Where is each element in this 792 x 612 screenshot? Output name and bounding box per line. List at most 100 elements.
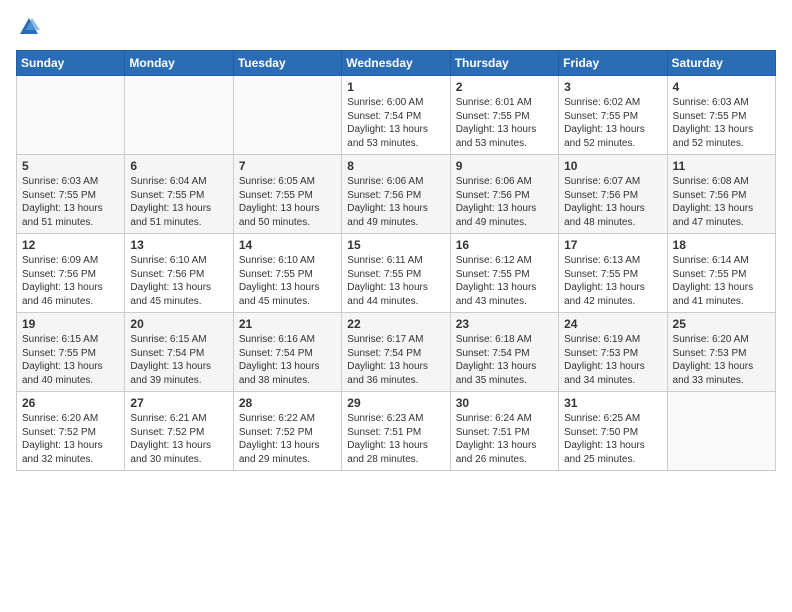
calendar-header-friday: Friday [559, 51, 667, 76]
calendar-week-row: 1 Sunrise: 6:00 AM Sunset: 7:54 PM Daylig… [17, 76, 776, 155]
day-number: 6 [130, 159, 227, 173]
day-info: Sunrise: 6:00 AM Sunset: 7:54 PM Dayligh… [347, 96, 444, 150]
day-number: 16 [456, 238, 553, 252]
calendar-cell: 11 Sunrise: 6:08 AM Sunset: 7:56 PM Dayli… [667, 155, 775, 234]
day-info: Sunrise: 6:06 AM Sunset: 7:56 PM Dayligh… [347, 175, 444, 229]
day-number: 14 [239, 238, 336, 252]
calendar-week-row: 5 Sunrise: 6:03 AM Sunset: 7:55 PM Daylig… [17, 155, 776, 234]
calendar-cell: 16Sunrise: 6:12 AM Sunset: 7:55 PM Dayli… [450, 234, 558, 313]
day-info: Sunrise: 6:14 AM Sunset: 7:55 PM Dayligh… [673, 254, 770, 308]
day-info: Sunrise: 6:06 AM Sunset: 7:56 PM Dayligh… [456, 175, 553, 229]
calendar-cell: 28 Sunrise: 6:22 AM Sunset: 7:52 PM Dayli… [233, 392, 341, 471]
day-number: 9 [456, 159, 553, 173]
calendar-cell: 8 Sunrise: 6:06 AM Sunset: 7:56 PM Daylig… [342, 155, 450, 234]
calendar-week-row: 19 Sunrise: 6:15 AM Sunset: 7:55 PM Dayli… [17, 313, 776, 392]
calendar-cell: 23Sunrise: 6:18 AM Sunset: 7:54 PM Dayli… [450, 313, 558, 392]
day-number: 30 [456, 396, 553, 410]
day-info: Sunrise: 6:25 AM Sunset: 7:50 PM Dayligh… [564, 412, 661, 466]
calendar-cell: 7 Sunrise: 6:05 AM Sunset: 7:55 PM Daylig… [233, 155, 341, 234]
day-info: Sunrise: 6:03 AM Sunset: 7:55 PM Dayligh… [673, 96, 770, 150]
day-number: 19 [22, 317, 119, 331]
calendar-cell: 26 Sunrise: 6:20 AM Sunset: 7:52 PM Dayli… [17, 392, 125, 471]
day-info: Sunrise: 6:18 AM Sunset: 7:54 PM Dayligh… [456, 333, 553, 387]
day-info: Sunrise: 6:08 AM Sunset: 7:56 PM Dayligh… [673, 175, 770, 229]
day-info: Sunrise: 6:20 AM Sunset: 7:53 PM Dayligh… [673, 333, 770, 387]
calendar-cell: 4 Sunrise: 6:03 AM Sunset: 7:55 PM Daylig… [667, 76, 775, 155]
calendar-cell: 18 Sunrise: 6:14 AM Sunset: 7:55 PM Dayli… [667, 234, 775, 313]
calendar-cell: 19 Sunrise: 6:15 AM Sunset: 7:55 PM Dayli… [17, 313, 125, 392]
day-info: Sunrise: 6:16 AM Sunset: 7:54 PM Dayligh… [239, 333, 336, 387]
calendar-cell: 2 Sunrise: 6:01 AM Sunset: 7:55 PM Daylig… [450, 76, 558, 155]
calendar-header-sunday: Sunday [17, 51, 125, 76]
day-info: Sunrise: 6:10 AM Sunset: 7:56 PM Dayligh… [130, 254, 227, 308]
calendar-cell: 10 Sunrise: 6:07 AM Sunset: 7:56 PM Dayli… [559, 155, 667, 234]
day-info: Sunrise: 6:07 AM Sunset: 7:56 PM Dayligh… [564, 175, 661, 229]
day-number: 27 [130, 396, 227, 410]
day-info: Sunrise: 6:05 AM Sunset: 7:55 PM Dayligh… [239, 175, 336, 229]
calendar-cell: 17 Sunrise: 6:13 AM Sunset: 7:55 PM Dayli… [559, 234, 667, 313]
day-info: Sunrise: 6:03 AM Sunset: 7:55 PM Dayligh… [22, 175, 119, 229]
day-info: Sunrise: 6:22 AM Sunset: 7:52 PM Dayligh… [239, 412, 336, 466]
calendar-cell: 25 Sunrise: 6:20 AM Sunset: 7:53 PM Dayli… [667, 313, 775, 392]
calendar-cell: 12 Sunrise: 6:09 AM Sunset: 7:56 PM Dayli… [17, 234, 125, 313]
day-info: Sunrise: 6:15 AM Sunset: 7:54 PM Dayligh… [130, 333, 227, 387]
day-info: Sunrise: 6:23 AM Sunset: 7:51 PM Dayligh… [347, 412, 444, 466]
calendar-cell: 31Sunrise: 6:25 AM Sunset: 7:50 PM Dayli… [559, 392, 667, 471]
day-number: 18 [673, 238, 770, 252]
day-number: 21 [239, 317, 336, 331]
calendar-cell: 13 Sunrise: 6:10 AM Sunset: 7:56 PM Dayli… [125, 234, 233, 313]
day-info: Sunrise: 6:02 AM Sunset: 7:55 PM Dayligh… [564, 96, 661, 150]
day-number: 13 [130, 238, 227, 252]
day-number: 28 [239, 396, 336, 410]
day-info: Sunrise: 6:20 AM Sunset: 7:52 PM Dayligh… [22, 412, 119, 466]
calendar-cell: 29 Sunrise: 6:23 AM Sunset: 7:51 PM Dayli… [342, 392, 450, 471]
calendar-header-thursday: Thursday [450, 51, 558, 76]
calendar-cell [667, 392, 775, 471]
logo [16, 16, 40, 38]
logo-icon [18, 16, 40, 38]
calendar-week-row: 26 Sunrise: 6:20 AM Sunset: 7:52 PM Dayli… [17, 392, 776, 471]
day-info: Sunrise: 6:09 AM Sunset: 7:56 PM Dayligh… [22, 254, 119, 308]
calendar-table: SundayMondayTuesdayWednesdayThursdayFrid… [16, 50, 776, 471]
day-number: 29 [347, 396, 444, 410]
calendar-header-saturday: Saturday [667, 51, 775, 76]
day-number: 12 [22, 238, 119, 252]
day-info: Sunrise: 6:01 AM Sunset: 7:55 PM Dayligh… [456, 96, 553, 150]
calendar-cell: 30Sunrise: 6:24 AM Sunset: 7:51 PM Dayli… [450, 392, 558, 471]
day-info: Sunrise: 6:11 AM Sunset: 7:55 PM Dayligh… [347, 254, 444, 308]
day-number: 2 [456, 80, 553, 94]
day-number: 25 [673, 317, 770, 331]
calendar-cell: 14 Sunrise: 6:10 AM Sunset: 7:55 PM Dayli… [233, 234, 341, 313]
day-number: 26 [22, 396, 119, 410]
day-number: 15 [347, 238, 444, 252]
day-number: 3 [564, 80, 661, 94]
day-info: Sunrise: 6:04 AM Sunset: 7:55 PM Dayligh… [130, 175, 227, 229]
calendar-cell: 5 Sunrise: 6:03 AM Sunset: 7:55 PM Daylig… [17, 155, 125, 234]
calendar-cell: 24Sunrise: 6:19 AM Sunset: 7:53 PM Dayli… [559, 313, 667, 392]
day-info: Sunrise: 6:17 AM Sunset: 7:54 PM Dayligh… [347, 333, 444, 387]
day-number: 7 [239, 159, 336, 173]
calendar-cell: 27 Sunrise: 6:21 AM Sunset: 7:52 PM Dayli… [125, 392, 233, 471]
day-info: Sunrise: 6:15 AM Sunset: 7:55 PM Dayligh… [22, 333, 119, 387]
calendar-cell: 1 Sunrise: 6:00 AM Sunset: 7:54 PM Daylig… [342, 76, 450, 155]
day-number: 17 [564, 238, 661, 252]
day-info: Sunrise: 6:21 AM Sunset: 7:52 PM Dayligh… [130, 412, 227, 466]
calendar-cell: 22Sunrise: 6:17 AM Sunset: 7:54 PM Dayli… [342, 313, 450, 392]
day-number: 5 [22, 159, 119, 173]
day-number: 10 [564, 159, 661, 173]
calendar-cell [233, 76, 341, 155]
calendar-cell [125, 76, 233, 155]
day-number: 8 [347, 159, 444, 173]
calendar-cell: 20 Sunrise: 6:15 AM Sunset: 7:54 PM Dayli… [125, 313, 233, 392]
calendar-cell: 21 Sunrise: 6:16 AM Sunset: 7:54 PM Dayli… [233, 313, 341, 392]
day-info: Sunrise: 6:10 AM Sunset: 7:55 PM Dayligh… [239, 254, 336, 308]
day-number: 20 [130, 317, 227, 331]
day-number: 11 [673, 159, 770, 173]
day-number: 4 [673, 80, 770, 94]
calendar-header-monday: Monday [125, 51, 233, 76]
day-info: Sunrise: 6:13 AM Sunset: 7:55 PM Dayligh… [564, 254, 661, 308]
calendar-header-row: SundayMondayTuesdayWednesdayThursdayFrid… [17, 51, 776, 76]
calendar-cell: 6 Sunrise: 6:04 AM Sunset: 7:55 PM Daylig… [125, 155, 233, 234]
day-number: 1 [347, 80, 444, 94]
calendar-cell: 3 Sunrise: 6:02 AM Sunset: 7:55 PM Daylig… [559, 76, 667, 155]
